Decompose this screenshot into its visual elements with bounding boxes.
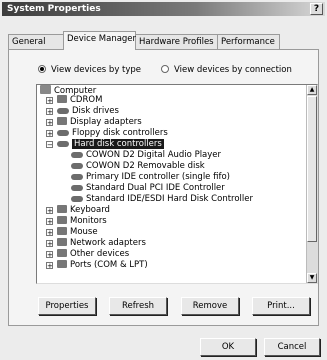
- keyboard-icon: [57, 205, 67, 213]
- tree-item-keyboard[interactable]: Keyboard: [57, 205, 110, 216]
- hard-disk-controller-icon: [57, 141, 69, 147]
- expand-icon[interactable]: +: [46, 207, 53, 215]
- tree-item-ports[interactable]: Ports (COM & LPT): [57, 260, 148, 271]
- expand-icon[interactable]: +: [46, 251, 53, 259]
- expand-icon[interactable]: +: [46, 229, 53, 237]
- mouse-icon: [57, 227, 67, 235]
- help-button[interactable]: ?: [310, 3, 323, 15]
- cdrom-icon: [57, 95, 67, 103]
- scroll-thumb[interactable]: [307, 96, 317, 242]
- radio-view-by-connection[interactable]: View devices by connection: [161, 64, 292, 76]
- tab-performance[interactable]: Performance: [217, 34, 280, 49]
- tab-general[interactable]: General: [8, 34, 64, 49]
- tree-item-monitors[interactable]: Monitors: [57, 216, 107, 227]
- monitor-icon: [57, 216, 67, 224]
- port-icon: [57, 260, 67, 268]
- refresh-button[interactable]: Refresh: [109, 297, 167, 315]
- expand-icon[interactable]: +: [46, 97, 53, 105]
- tree-scrollbar[interactable]: ▲ ▼: [306, 85, 317, 283]
- display-adapter-icon: [57, 117, 67, 125]
- window-title: System Properties: [7, 4, 101, 14]
- properties-button[interactable]: Properties: [38, 297, 96, 315]
- tree-item-dual-pci-ide[interactable]: Standard Dual PCI IDE Controller: [71, 183, 225, 194]
- disk-drive-icon: [57, 108, 69, 114]
- tree-item-primary-ide[interactable]: Primary IDE controller (single fifo): [71, 172, 230, 183]
- tree-item-cdrom[interactable]: CDROM: [57, 95, 102, 106]
- tree-item-disk-drives[interactable]: Disk drives: [57, 106, 119, 117]
- radio-view-by-type[interactable]: View devices by type: [38, 64, 141, 76]
- network-adapter-icon: [57, 238, 67, 246]
- tree-item-other-devices[interactable]: Other devices: [57, 249, 129, 260]
- tree-item-mouse[interactable]: Mouse: [57, 227, 98, 238]
- cancel-button[interactable]: Cancel: [264, 338, 320, 356]
- expand-icon[interactable]: +: [46, 108, 53, 116]
- device-tree[interactable]: Computer + CDROM + Disk drives + Display…: [36, 84, 318, 284]
- tab-hardware-profiles[interactable]: Hardware Profiles: [135, 34, 218, 49]
- print-button[interactable]: Print...: [252, 297, 310, 315]
- tree-item-floppy-controllers[interactable]: Floppy disk controllers: [57, 128, 168, 139]
- collapse-icon[interactable]: −: [46, 141, 53, 149]
- expand-icon[interactable]: +: [46, 130, 53, 138]
- expand-icon[interactable]: +: [46, 119, 53, 127]
- ok-button[interactable]: OK: [200, 338, 256, 356]
- controller-icon: [71, 163, 83, 169]
- title-bar: System Properties ?: [2, 2, 325, 16]
- tree-item-display-adapters[interactable]: Display adapters: [57, 117, 142, 128]
- question-device-icon: [57, 249, 67, 257]
- radio-label-by-type: View devices by type: [51, 65, 142, 75]
- controller-icon: [71, 196, 83, 202]
- scroll-down-icon[interactable]: ▼: [307, 273, 317, 283]
- controller-icon: [71, 185, 83, 191]
- floppy-controller-icon: [57, 130, 69, 136]
- tree-item-hard-disk-controllers[interactable]: Hard disk controllers: [57, 139, 164, 150]
- controller-icon: [71, 174, 83, 180]
- radio-selected-icon: [38, 65, 46, 73]
- tree-item-network-adapters[interactable]: Network adapters: [57, 238, 146, 249]
- system-properties-window: System Properties ? General Device Manag…: [0, 0, 327, 360]
- radio-unselected-icon: [161, 65, 169, 73]
- tree-item-cowon-removable-disk[interactable]: COWON D2 Removable disk: [71, 161, 205, 172]
- expand-icon[interactable]: +: [46, 240, 53, 248]
- computer-icon: [40, 85, 51, 94]
- controller-icon: [71, 152, 83, 158]
- tab-device-manager[interactable]: Device Manager: [63, 31, 136, 50]
- tree-item-ide-esdi[interactable]: Standard IDE/ESDI Hard Disk Controller: [71, 194, 253, 205]
- expand-icon[interactable]: +: [46, 218, 53, 226]
- tree-item-cowon-audio-player[interactable]: COWON D2 Digital Audio Player: [71, 150, 221, 161]
- expand-icon[interactable]: +: [46, 262, 53, 270]
- remove-button[interactable]: Remove: [181, 297, 239, 315]
- scroll-up-icon[interactable]: ▲: [307, 85, 317, 95]
- radio-label-by-connection: View devices by connection: [174, 65, 292, 75]
